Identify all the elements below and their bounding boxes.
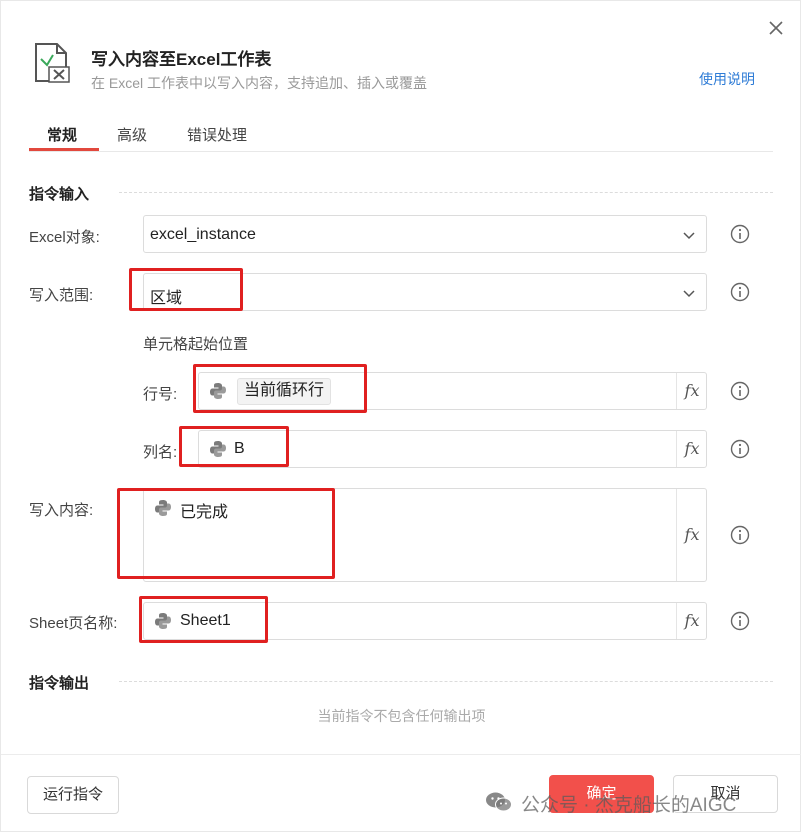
python-icon <box>210 383 226 399</box>
active-tab-indicator <box>29 148 99 151</box>
excel-object-label: Excel对象: <box>29 229 100 246</box>
chevron-down-icon <box>683 290 695 298</box>
write-range-value: 区域 <box>150 290 183 307</box>
output-section-title: 指令输出 <box>29 675 90 692</box>
info-icon[interactable] <box>730 224 750 244</box>
python-icon <box>210 441 226 457</box>
section-divider <box>119 192 773 193</box>
wechat-icon <box>486 792 512 812</box>
run-command-button[interactable]: 运行指令 <box>27 776 119 814</box>
column-input[interactable]: B fx <box>198 430 707 468</box>
column-value: B <box>234 440 245 457</box>
row-input[interactable]: 当前循环行 fx <box>198 372 707 410</box>
empty-output-text: 当前指令不包含任何输出项 <box>317 708 486 724</box>
fx-button[interactable]: fx <box>676 431 707 467</box>
sheet-name-input[interactable]: Sheet1 fx <box>143 602 707 640</box>
content-textarea[interactable]: 已完成 fx <box>143 488 707 582</box>
content-label: 写入内容: <box>29 502 94 519</box>
write-range-select[interactable]: 区域 <box>143 273 707 311</box>
tab-error-handling[interactable]: 错误处理 <box>187 124 247 145</box>
row-value-chip[interactable]: 当前循环行 <box>237 378 332 405</box>
section-divider <box>119 681 773 682</box>
excel-object-select[interactable]: excel_instance <box>143 215 707 253</box>
row-label: 行号: <box>143 386 178 403</box>
sheet-name-value: Sheet1 <box>180 612 231 629</box>
python-icon <box>155 613 171 629</box>
dialog-subtitle: 在 Excel 工作表中以写入内容，支持追加、插入或覆盖 <box>91 75 428 91</box>
column-label: 列名: <box>143 444 178 461</box>
content-value: 已完成 <box>180 504 229 521</box>
sheet-name-label: Sheet页名称: <box>29 615 118 632</box>
dialog-title: 写入内容至Excel工作表 <box>91 50 272 69</box>
footer-divider <box>1 754 801 755</box>
info-icon[interactable] <box>730 381 750 401</box>
help-link[interactable]: 使用说明 <box>699 69 755 89</box>
python-icon <box>155 500 171 516</box>
chevron-down-icon <box>683 232 695 240</box>
tab-general[interactable]: 常规 <box>47 124 77 145</box>
info-icon[interactable] <box>730 439 750 459</box>
fx-button[interactable]: fx <box>676 489 707 581</box>
cell-start-title: 单元格起始位置 <box>143 336 249 353</box>
excel-object-value: excel_instance <box>150 226 256 243</box>
info-icon[interactable] <box>730 611 750 631</box>
fx-button[interactable]: fx <box>676 603 707 639</box>
write-range-label: 写入范围: <box>29 287 94 304</box>
close-icon[interactable] <box>765 17 787 39</box>
input-section-title: 指令输入 <box>29 186 90 203</box>
info-icon[interactable] <box>730 282 750 302</box>
tab-advanced[interactable]: 高级 <box>117 124 147 145</box>
excel-icon <box>33 43 71 83</box>
write-excel-dialog: 写入内容至Excel工作表 在 Excel 工作表中以写入内容，支持追加、插入或… <box>0 0 801 832</box>
tab-bar: 常规 高级 错误处理 <box>29 119 773 152</box>
fx-button[interactable]: fx <box>676 373 707 409</box>
confirm-button[interactable]: 确定 <box>549 775 654 813</box>
cancel-button[interactable]: 取消 <box>673 775 778 813</box>
info-icon[interactable] <box>730 525 750 545</box>
